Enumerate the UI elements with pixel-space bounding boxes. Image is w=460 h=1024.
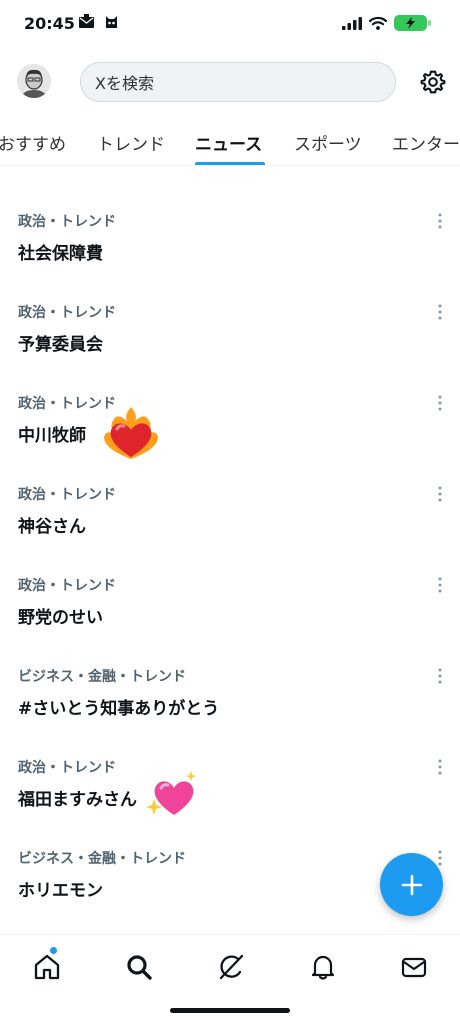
search-icon[interactable] xyxy=(125,953,153,981)
trend-title: 福田ますみさん xyxy=(18,790,137,810)
trend-item[interactable]: 政治・トレンド 野党のせい xyxy=(0,575,460,665)
more-options-icon[interactable] xyxy=(436,486,444,502)
tab-recommended[interactable]: おすすめ xyxy=(0,130,66,155)
tab-news[interactable]: ニュース xyxy=(195,130,262,155)
grok-icon[interactable] xyxy=(217,953,245,981)
trend-item[interactable]: 政治・トレンド 予算委員会 xyxy=(0,302,460,392)
more-options-icon[interactable] xyxy=(436,213,444,229)
plus-icon xyxy=(401,874,422,895)
tab-trending[interactable]: トレンド xyxy=(97,130,165,155)
trend-title: 社会保障費 xyxy=(18,244,103,264)
battery-charging-icon xyxy=(394,15,431,31)
trend-item[interactable]: ビジネス・金融・トレンド #さいとう知事ありがとう xyxy=(0,666,460,756)
trend-title: #さいとう知事ありがとう xyxy=(18,699,220,719)
heart-on-fire-icon xyxy=(104,407,158,459)
active-tab-indicator xyxy=(195,162,265,165)
more-options-icon[interactable] xyxy=(436,850,444,866)
notifications-bell-icon[interactable] xyxy=(309,953,337,981)
mail-notification-icon xyxy=(79,14,94,28)
trend-title: 野党のせい xyxy=(18,608,103,628)
more-options-icon[interactable] xyxy=(436,759,444,775)
compose-post-button[interactable] xyxy=(380,853,443,916)
sparkling-heart-icon xyxy=(146,771,196,815)
trend-title: 神谷さん xyxy=(18,517,86,537)
search-input[interactable]: Xを検索 xyxy=(80,62,396,102)
messages-mail-icon[interactable] xyxy=(400,953,428,981)
trend-category: 政治・トレンド xyxy=(18,760,116,776)
wifi-icon xyxy=(369,16,387,30)
trend-category: 政治・トレンド xyxy=(18,487,116,503)
more-options-icon[interactable] xyxy=(436,577,444,593)
trend-item[interactable]: 政治・トレンド 福田ますみさん xyxy=(0,757,460,847)
trend-category: ビジネス・金融・トレンド xyxy=(18,669,186,685)
more-options-icon[interactable] xyxy=(436,395,444,411)
explore-tabs: おすすめ トレンド ニュース スポーツ エンター xyxy=(0,118,460,166)
trend-item[interactable]: 政治・トレンド 中川牧師 xyxy=(0,393,460,483)
avatar[interactable] xyxy=(17,64,51,98)
tab-sports[interactable]: スポーツ xyxy=(294,130,362,155)
previous-trend-clipped xyxy=(18,160,138,170)
profile-picture xyxy=(17,64,51,98)
more-options-icon[interactable] xyxy=(436,668,444,684)
trend-title: 中川牧師 xyxy=(18,426,86,446)
trend-title: 予算委員会 xyxy=(18,335,103,355)
trend-category: 政治・トレンド xyxy=(18,214,116,230)
trend-category: ビジネス・金融・トレンド xyxy=(18,851,186,867)
status-time: 20:45 xyxy=(24,14,75,33)
trend-category: 政治・トレンド xyxy=(18,578,116,594)
unread-dot xyxy=(50,947,57,954)
more-options-icon[interactable] xyxy=(436,304,444,320)
app-notification-icon xyxy=(106,16,117,28)
trend-category: 政治・トレンド xyxy=(18,305,116,321)
search-placeholder: Xを検索 xyxy=(95,74,154,93)
settings-gear-icon[interactable] xyxy=(420,69,446,95)
trend-title: ホリエモン xyxy=(18,881,103,901)
trend-item[interactable]: 政治・トレンド 社会保障費 xyxy=(0,211,460,301)
home-icon[interactable] xyxy=(33,953,61,981)
home-indicator xyxy=(170,1008,290,1013)
status-bar: 20:45 xyxy=(0,0,460,50)
cellular-signal-icon xyxy=(342,16,362,30)
tab-entertainment[interactable]: エンター xyxy=(392,130,460,155)
trend-item[interactable]: 政治・トレンド 神谷さん xyxy=(0,484,460,574)
